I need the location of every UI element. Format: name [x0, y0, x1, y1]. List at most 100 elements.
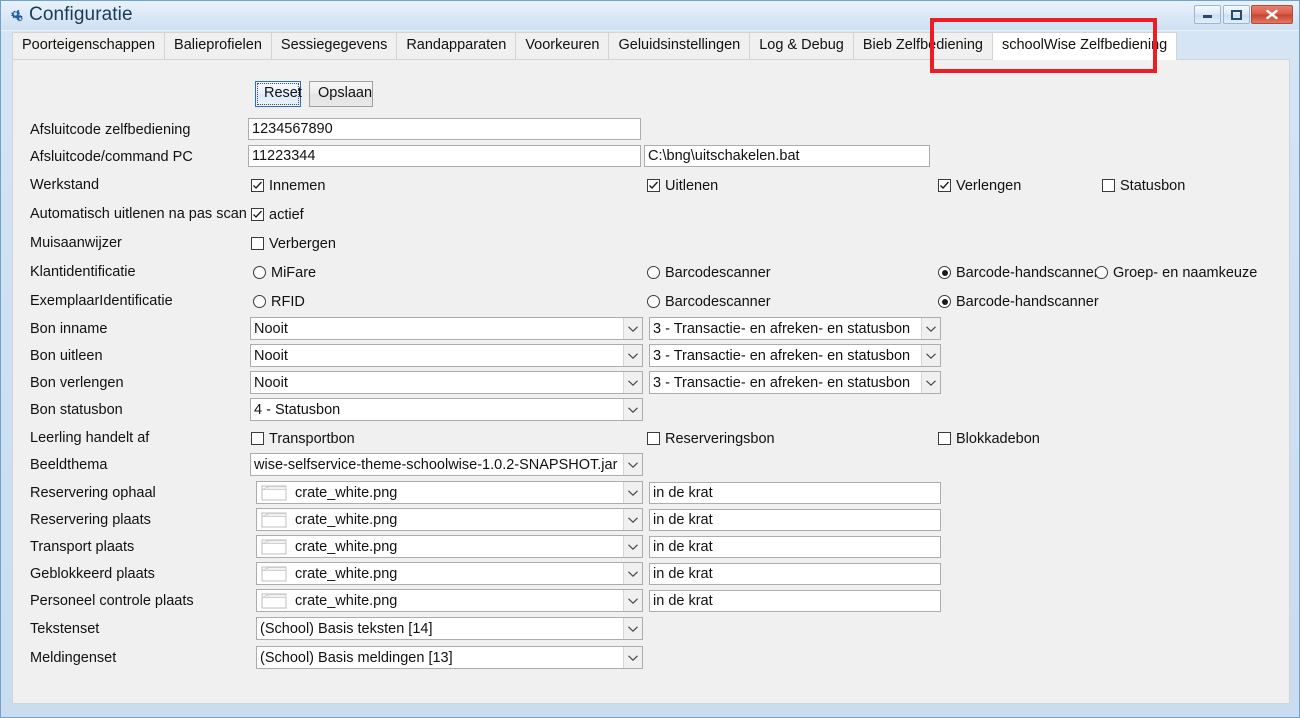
combo-reservering-plaats-image[interactable]: crate_white.png [256, 508, 643, 531]
radio-dot [941, 269, 948, 276]
checkbox-label: actief [269, 207, 304, 223]
chevron-down-icon[interactable] [623, 536, 642, 557]
tab-log-debug[interactable]: Log & Debug [749, 32, 854, 60]
tab-geluidsinstellingen[interactable]: Geluidsinstellingen [608, 32, 751, 60]
radio-label: Barcodescanner [665, 294, 771, 310]
input-reservering-plaats-text[interactable]: in de krat [649, 509, 941, 531]
combo-geblokkeerd-plaats-image[interactable]: crate_white.png [256, 562, 643, 585]
tab-poorteigenschappen[interactable]: Poorteigenschappen [12, 32, 166, 60]
input-afsluitcode-zelfbediening[interactable]: 1234567890 [248, 118, 641, 140]
checkbox-werkstand-innemen[interactable]: Innemen [251, 178, 325, 194]
chevron-down-icon[interactable] [623, 647, 642, 668]
checkbox-box [647, 179, 660, 192]
checkbox-leerling-blokkadebon[interactable]: Blokkadebon [938, 431, 1040, 447]
radio-klant-barcodescanner[interactable]: Barcodescanner [647, 265, 771, 281]
chevron-down-icon[interactable] [623, 454, 642, 475]
chevron-down-icon[interactable] [623, 618, 642, 639]
label-bon-statusbon: Bon statusbon [30, 402, 123, 418]
tab-strip: Poorteigenschappen Balieprofielen Sessiege… [12, 32, 1288, 60]
radio-circle [938, 295, 951, 308]
checkbox-box [251, 237, 264, 250]
crate-image-icon [261, 566, 288, 582]
radio-circle [1095, 266, 1108, 279]
chevron-down-icon[interactable] [623, 318, 642, 339]
chevron-down-icon[interactable] [623, 399, 642, 420]
combo-bon-verlengen-type[interactable]: 3 - Transactie- en afreken- en statusbon [649, 371, 941, 394]
tab-randapparaten[interactable]: Randapparaten [396, 32, 517, 60]
combo-value: 4 - Statusbon [254, 402, 341, 418]
label-beeldthema: Beeldthema [30, 457, 108, 473]
chevron-down-icon[interactable] [623, 372, 642, 393]
radio-klant-barcode-handscanner[interactable]: Barcode-handscanner [938, 265, 1099, 281]
checkbox-werkstand-uitlenen[interactable]: Uitlenen [647, 178, 718, 194]
combo-value: Nooit [254, 321, 288, 337]
combo-bon-statusbon[interactable]: 4 - Statusbon [250, 398, 643, 421]
checkbox-werkstand-statusbon[interactable]: Statusbon [1102, 178, 1185, 194]
chevron-down-icon[interactable] [921, 318, 940, 339]
combo-value: 3 - Transactie- en afreken- en statusbon [653, 348, 911, 364]
tab-voorkeuren[interactable]: Voorkeuren [515, 32, 610, 60]
combo-value: Nooit [254, 375, 288, 391]
combo-value: (School) Basis meldingen [13] [260, 650, 453, 666]
tab-schoolwise-zelfbediening[interactable]: schoolWise Zelfbediening [991, 32, 1178, 60]
radio-label: Groep- en naamkeuze [1113, 265, 1258, 281]
combo-bon-inname-type[interactable]: 3 - Transactie- en afreken- en statusbon [649, 317, 941, 340]
close-button[interactable] [1251, 5, 1293, 24]
radio-exemplaar-barcodescanner[interactable]: Barcodescanner [647, 294, 771, 310]
tab-bieb-zelfbediening[interactable]: Bieb Zelfbediening [852, 32, 993, 60]
checkbox-leerling-transportbon[interactable]: Transportbon [251, 431, 355, 447]
input-personeel-controle-plaats-text[interactable]: in de krat [649, 590, 941, 612]
checkbox-box [938, 432, 951, 445]
combo-value: 3 - Transactie- en afreken- en statusbon [653, 321, 911, 337]
checkbox-box [251, 179, 264, 192]
combo-tekstenset[interactable]: (School) Basis teksten [14] [256, 617, 643, 640]
chevron-down-icon[interactable] [623, 482, 642, 503]
checkbox-werkstand-verlengen[interactable]: Verlengen [938, 178, 1021, 194]
combo-bon-uitleen[interactable]: Nooit [250, 344, 643, 367]
label-exemplaaridentificatie: ExemplaarIdentificatie [30, 293, 173, 309]
label-leerling-handelt-af: Leerling handelt af [30, 430, 150, 446]
combo-reservering-ophaal-image[interactable]: crate_white.png [256, 481, 643, 504]
maximize-button[interactable] [1223, 5, 1250, 24]
radio-circle [647, 295, 660, 308]
chevron-down-icon[interactable] [623, 345, 642, 366]
tab-balieprofielen[interactable]: Balieprofielen [164, 32, 272, 60]
label-automatisch-uitlenen: Automatisch uitlenen na pas scan [30, 206, 247, 222]
chevron-down-icon[interactable] [623, 563, 642, 584]
combo-personeel-controle-plaats-image[interactable]: crate_white.png [256, 589, 643, 612]
checkbox-muisaanwijzer-verbergen[interactable]: Verbergen [251, 236, 336, 252]
chevron-down-icon[interactable] [921, 372, 940, 393]
tab-sessiegegevens[interactable]: Sessiegegevens [270, 32, 398, 60]
reset-button[interactable]: Reset [255, 81, 302, 107]
input-command-pc-path[interactable]: C:\bng\uitschakelen.bat [644, 145, 930, 167]
checkbox-leerling-reserveringsbon[interactable]: Reserveringsbon [647, 431, 775, 447]
radio-exemplaar-barcode-handscanner[interactable]: Barcode-handscanner [938, 294, 1099, 310]
combo-bon-verlengen[interactable]: Nooit [250, 371, 643, 394]
label-bon-verlengen: Bon verlengen [30, 375, 124, 391]
radio-exemplaar-rfid[interactable]: RFID [253, 294, 305, 310]
save-button[interactable]: Opslaan [309, 81, 373, 107]
save-button-label: Opslaan [318, 85, 373, 101]
checkbox-label: Transportbon [269, 431, 355, 447]
combo-beeldthema[interactable]: wise-selfservice-theme-schoolwise-1.0.2-… [250, 453, 643, 476]
input-reservering-ophaal-text[interactable]: in de krat [649, 482, 941, 504]
combo-bon-uitleen-type[interactable]: 3 - Transactie- en afreken- en statusbon [649, 344, 941, 367]
combo-value: crate_white.png [295, 539, 398, 555]
radio-label: RFID [271, 294, 305, 310]
input-afsluitcode-command-pc[interactable]: 11223344 [248, 145, 641, 167]
combo-meldingenset[interactable]: (School) Basis meldingen [13] [256, 646, 643, 669]
checkbox-automatisch-uitlenen-actief[interactable]: actief [251, 207, 304, 223]
combo-value: 3 - Transactie- en afreken- en statusbon [653, 375, 911, 391]
combo-bon-inname[interactable]: Nooit [250, 317, 643, 340]
combo-transport-plaats-image[interactable]: crate_white.png [256, 535, 643, 558]
input-geblokkeerd-plaats-text[interactable]: in de krat [649, 563, 941, 585]
chevron-down-icon[interactable] [623, 590, 642, 611]
radio-label: Barcode-handscanner [956, 265, 1099, 281]
input-transport-plaats-text[interactable]: in de krat [649, 536, 941, 558]
radio-label: Barcode-handscanner [956, 294, 1099, 310]
chevron-down-icon[interactable] [623, 509, 642, 530]
radio-klant-groep-en-naamkeuze[interactable]: Groep- en naamkeuze [1095, 265, 1257, 281]
minimize-button[interactable] [1194, 5, 1221, 24]
radio-klant-mifare[interactable]: MiFare [253, 265, 316, 281]
chevron-down-icon[interactable] [921, 345, 940, 366]
